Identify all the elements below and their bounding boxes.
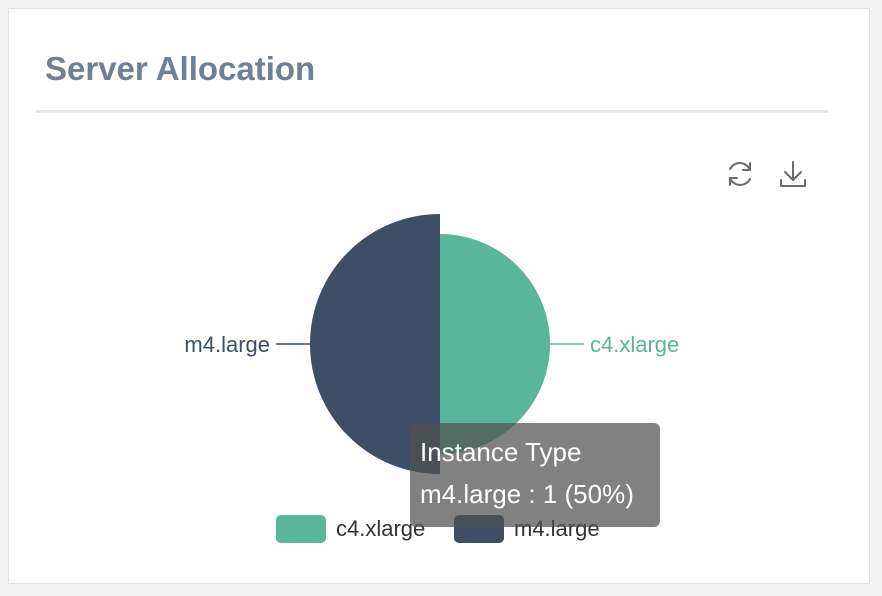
slice-label-m4-large: m4.large [184,332,270,357]
tooltip: Instance Type m4.large : 1 (50%) [410,423,660,527]
pie-slice-c4-xlarge[interactable] [440,234,550,454]
tooltip-title: Instance Type [420,437,582,467]
legend-swatch-c4-xlarge[interactable] [276,515,326,543]
slice-label-c4-xlarge: c4.xlarge [590,332,679,357]
tooltip-body: m4.large : 1 (50%) [420,479,634,509]
